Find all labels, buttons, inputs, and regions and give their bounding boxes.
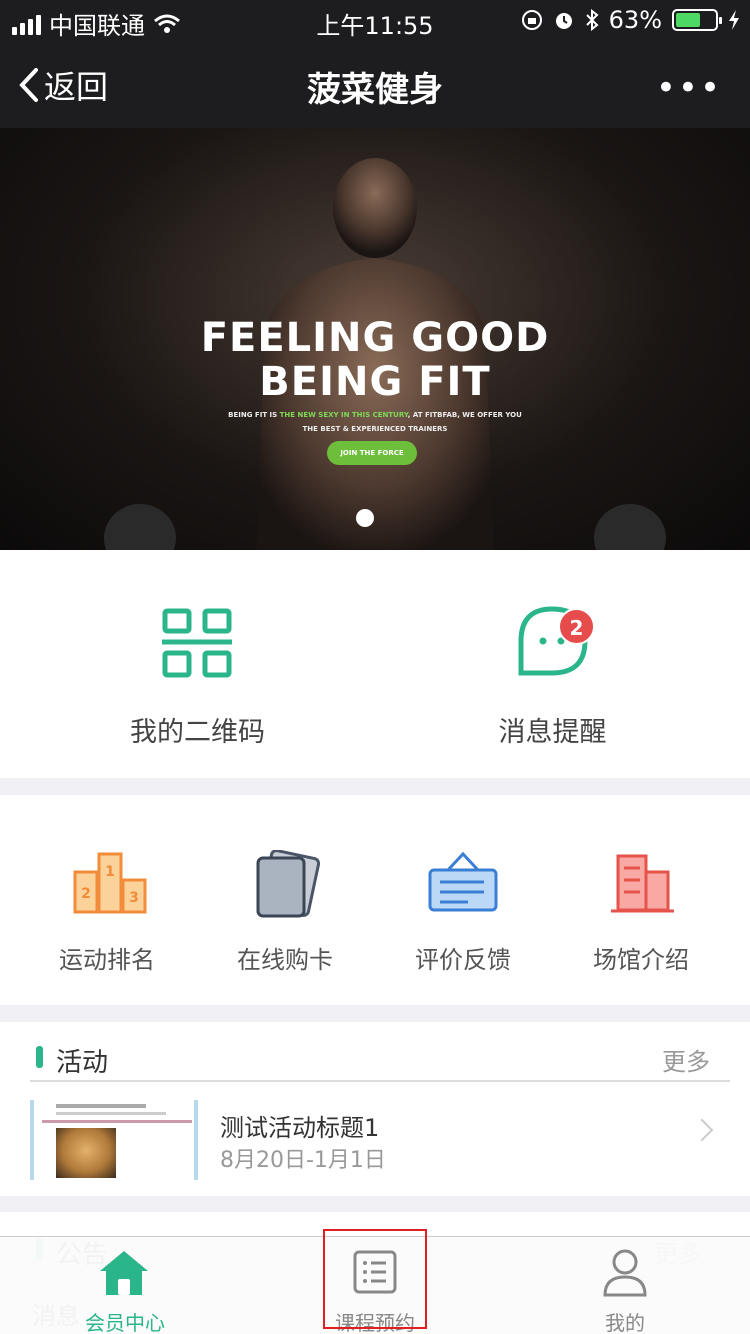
tab-mine-label: 我的 <box>605 1311 645 1334</box>
message-button[interactable]: 2 消息提醒 <box>365 550 740 778</box>
sub-post: , AT FITBFAB, WE OFFER YOU <box>407 411 522 419</box>
back-button[interactable]: 返回 <box>18 62 108 108</box>
feature-venue[interactable]: 场馆介绍 <box>552 795 730 1005</box>
cards-icon <box>256 850 321 918</box>
dog-image <box>56 1128 116 1178</box>
feature-feedback-label: 评价反馈 <box>415 946 511 974</box>
headline-line1: FEELING GOOD <box>200 315 550 361</box>
tab-course-booking[interactable]: 课程预约 <box>250 1237 500 1334</box>
qr-code-label: 我的二维码 <box>130 717 265 748</box>
back-label: 返回 <box>44 68 109 106</box>
activity-title: 测试活动标题1 <box>220 1114 380 1142</box>
tab-member-center-label: 会员中心 <box>85 1311 165 1334</box>
svg-text:2: 2 <box>81 886 91 902</box>
barbell-left-icon <box>104 504 176 550</box>
feature-buy-card-label: 在线购卡 <box>237 946 333 974</box>
alarm-icon <box>555 13 572 29</box>
message-label: 消息提醒 <box>498 717 607 748</box>
tab-bar: 会员中心 课程预约 我的 <box>0 1236 750 1334</box>
list-icon <box>353 1250 397 1294</box>
battery-percent: 63% <box>608 6 662 34</box>
status-right: 63% <box>521 6 740 34</box>
quick-actions-section: 我的二维码 2 消息提醒 <box>0 550 750 778</box>
message-badge: 2 <box>558 608 595 645</box>
svg-text:1: 1 <box>105 864 115 880</box>
sub-accent: THE NEW SEXY IN THIS CENTURY <box>279 411 408 419</box>
sub-pre: BEING FIT IS <box>228 411 280 419</box>
status-bar: 中国联通 上午11:55 63% <box>0 0 750 40</box>
activities-header: 活动 更多 <box>30 1022 730 1082</box>
svg-text:3: 3 <box>129 890 139 906</box>
banner-sub-line2: THE BEST & EXPERIENCED TRAINERS <box>302 425 448 433</box>
banner-subtext: BEING FIT IS THE NEW SEXY IN THIS CENTUR… <box>0 408 750 436</box>
hero-banner[interactable]: FEELING GOOD BEING FIT BEING FIT IS THE … <box>0 128 750 550</box>
activity-thumbnail <box>30 1100 198 1180</box>
banner-sub-line1: BEING FIT IS THE NEW SEXY IN THIS CENTUR… <box>0 408 750 422</box>
feature-feedback[interactable]: 评价反馈 <box>374 795 552 1005</box>
activity-item[interactable]: 测试活动标题1 8月20日-1月1日 <box>30 1100 730 1182</box>
podium-ranking-icon: 2 1 3 <box>73 852 147 914</box>
barbell-right-icon <box>594 504 666 550</box>
headline-line2: BEING FIT <box>259 359 491 405</box>
page-title: 菠菜健身 <box>307 70 443 110</box>
home-icon <box>100 1251 148 1295</box>
activities-more-link[interactable]: 更多 <box>662 1042 710 1077</box>
carousel-dot[interactable] <box>356 509 374 527</box>
feature-buy-card[interactable]: 在线购卡 <box>196 795 374 1005</box>
tab-member-center[interactable]: 会员中心 <box>0 1237 250 1334</box>
feature-ranking-label: 运动排名 <box>59 946 155 974</box>
battery-icon <box>672 9 722 31</box>
section-marker <box>36 1046 43 1068</box>
features-section: 2 1 3 运动排名 在线购卡 评价反馈 场馆介绍 <box>0 795 750 1005</box>
feedback-sign-icon <box>428 851 498 912</box>
activity-date: 8月20日-1月1日 <box>220 1148 386 1173</box>
chevron-left-icon <box>19 68 38 102</box>
banner-headline: FEELING GOOD BEING FIT <box>0 316 750 404</box>
activities-title: 活动 <box>56 1048 109 1078</box>
qr-code-icon <box>162 608 232 678</box>
qr-code-button[interactable]: 我的二维码 <box>10 550 385 778</box>
activities-section: 活动 更多 测试活动标题1 8月20日-1月1日 <box>0 1022 750 1196</box>
bluetooth-icon <box>585 9 599 31</box>
join-button[interactable]: JOIN THE FORCE <box>327 441 417 465</box>
feature-venue-label: 场馆介绍 <box>593 946 689 974</box>
person-icon <box>603 1249 647 1297</box>
charging-icon <box>729 10 739 30</box>
chevron-right-icon <box>690 1118 714 1142</box>
nav-bar: 返回 菠菜健身 ••• <box>0 40 750 128</box>
tab-mine[interactable]: 我的 <box>500 1237 750 1334</box>
building-icon <box>611 854 674 913</box>
rotation-lock-icon <box>521 10 542 30</box>
tab-course-booking-label: 课程预约 <box>335 1311 415 1334</box>
feature-ranking[interactable]: 2 1 3 运动排名 <box>18 795 196 1005</box>
more-button[interactable]: ••• <box>656 68 722 108</box>
